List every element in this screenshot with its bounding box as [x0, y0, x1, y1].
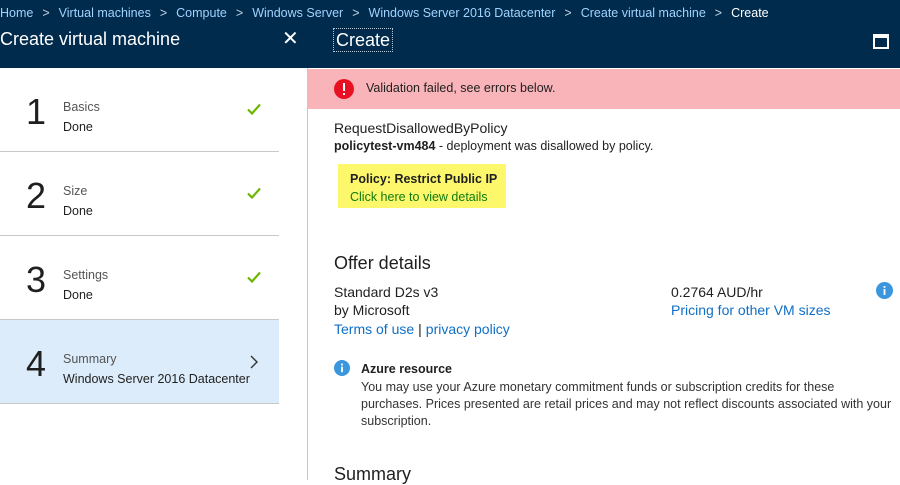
- hourly-price: 0.2764 AUD/hr: [671, 284, 763, 300]
- breadcrumb-home[interactable]: Home: [0, 6, 33, 20]
- validation-error-banner: Validation failed, see errors below.: [308, 69, 900, 109]
- offer-details-title: Offer details: [334, 253, 431, 273]
- step-label: Basics: [63, 100, 100, 114]
- info-icon: [334, 360, 350, 376]
- breadcrumb-virtual-machines[interactable]: Virtual machines: [59, 6, 151, 20]
- pricing-other-sizes-link[interactable]: Pricing for other VM sizes: [671, 302, 831, 318]
- breadcrumb-compute[interactable]: Compute: [176, 6, 227, 20]
- azure-resource-title: Azure resource: [361, 362, 453, 376]
- left-blade-header: Create virtual machine ✕: [0, 26, 307, 68]
- info-icon[interactable]: [876, 282, 893, 299]
- step-status: Done: [63, 204, 93, 218]
- pane-divider: [307, 68, 308, 480]
- wizard-steps: 1 Basics Done 2 Size Done 3 Settings Don…: [0, 68, 279, 480]
- step-number: 3: [26, 259, 47, 300]
- privacy-policy-link[interactable]: privacy policy: [426, 321, 510, 337]
- step-summary[interactable]: 4 Summary Windows Server 2016 Datacenter: [0, 320, 279, 404]
- breadcrumb-windows-server[interactable]: Windows Server: [252, 6, 343, 20]
- offer-vm-size: Standard D2s v3: [334, 284, 439, 300]
- step-number: 2: [26, 175, 47, 216]
- offer-publisher: by Microsoft: [334, 302, 410, 318]
- step-settings[interactable]: 3 Settings Done: [0, 236, 279, 320]
- breadcrumb: Home > Virtual machines > Compute > Wind…: [0, 0, 900, 26]
- error-detail: policytest-vm484 - deployment was disall…: [334, 139, 653, 153]
- error-detail-text: - deployment was disallowed by policy.: [435, 139, 654, 153]
- azure-resource-body: You may use your Azure monetary commitme…: [361, 380, 892, 428]
- step-status: Windows Server 2016 Datacenter: [63, 372, 250, 386]
- close-icon[interactable]: ✕: [282, 29, 299, 49]
- step-label: Summary: [63, 352, 117, 366]
- breadcrumb-separator: >: [564, 6, 572, 20]
- breadcrumb-separator: >: [714, 6, 723, 20]
- policy-highlight: Policy: Restrict Public IP Click here to…: [338, 164, 506, 208]
- error-code: RequestDisallowedByPolicy: [334, 120, 508, 136]
- step-number: 1: [26, 91, 47, 132]
- checkmark-icon: [247, 271, 261, 284]
- offer-links: Terms of use | privacy policy: [334, 321, 510, 337]
- step-number: 4: [26, 343, 47, 384]
- step-status: Done: [63, 288, 93, 302]
- right-blade-header: Create: [307, 26, 900, 68]
- error-icon: [334, 79, 354, 99]
- step-label: Settings: [63, 268, 109, 282]
- maximize-icon[interactable]: [873, 34, 889, 49]
- breadcrumb-separator: >: [235, 6, 244, 20]
- policy-name: Policy: Restrict Public IP: [350, 172, 498, 186]
- step-status: Done: [63, 120, 93, 134]
- step-basics[interactable]: 1 Basics Done: [0, 68, 279, 152]
- summary-section-title: Summary: [334, 464, 412, 484]
- checkmark-icon: [247, 187, 261, 200]
- terms-of-use-link[interactable]: Terms of use: [334, 321, 414, 337]
- validation-error-message: Validation failed, see errors below.: [366, 81, 556, 95]
- checkmark-icon: [247, 103, 261, 116]
- left-blade-title: Create virtual machine: [0, 29, 181, 49]
- policy-details-link[interactable]: Click here to view details: [350, 190, 488, 204]
- step-size[interactable]: 2 Size Done: [0, 152, 279, 236]
- breadcrumb-windows-server-2016[interactable]: Windows Server 2016 Datacenter: [369, 6, 556, 20]
- breadcrumb-create-vm[interactable]: Create virtual machine: [581, 6, 706, 20]
- breadcrumb-separator: >: [42, 6, 50, 20]
- breadcrumb-separator: >: [352, 6, 360, 20]
- step-label: Size: [63, 184, 88, 198]
- right-blade-title: Create: [333, 28, 394, 52]
- breadcrumb-separator: >: [159, 6, 168, 20]
- chevron-right-icon: [250, 355, 258, 369]
- link-separator: |: [418, 321, 422, 337]
- error-resource-name: policytest-vm484: [334, 139, 436, 153]
- breadcrumb-create: Create: [731, 6, 769, 20]
